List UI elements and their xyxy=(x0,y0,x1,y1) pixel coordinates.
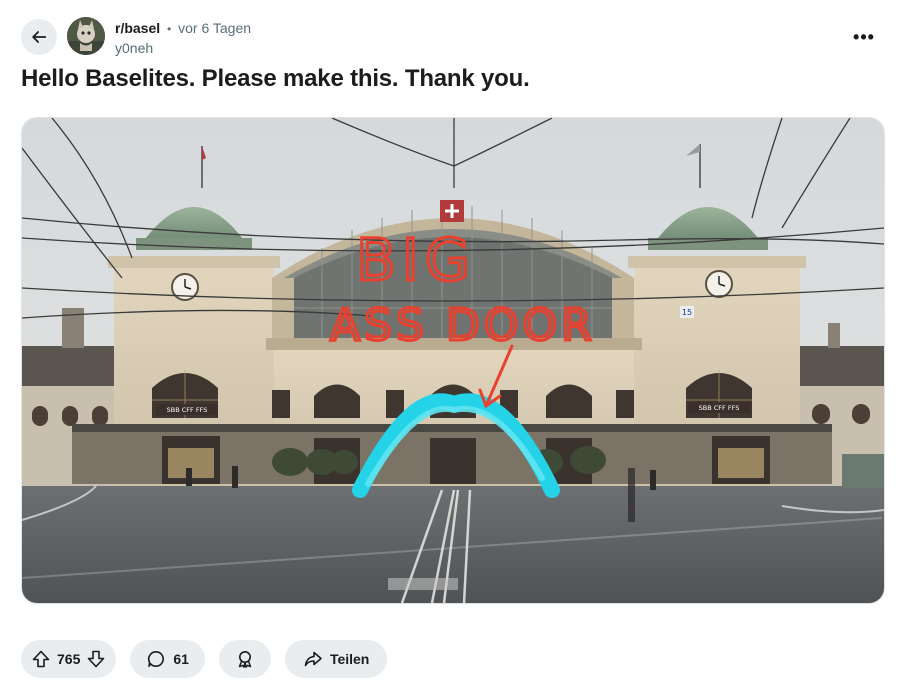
comments-button[interactable]: 61 xyxy=(130,640,205,678)
back-button[interactable] xyxy=(21,19,57,55)
share-button[interactable]: Teilen xyxy=(284,640,388,678)
photo-icon: SBB CFF FFS SBB CFF FFS 15 BIG ASS DOOR xyxy=(22,118,884,603)
subreddit-avatar[interactable] xyxy=(67,17,105,55)
three-dots-icon: ••• xyxy=(853,26,875,47)
speech-bubble-icon xyxy=(148,650,165,667)
share-arrow-icon xyxy=(304,651,322,667)
author-link[interactable]: y0neh xyxy=(115,39,251,57)
sbb-sign-left: SBB CFF FFS xyxy=(167,406,208,414)
award-icon xyxy=(238,651,252,668)
post-meta: r/basel • vor 6 Tagen y0neh xyxy=(115,19,251,57)
meta-separator: • xyxy=(167,22,172,36)
post-image[interactable]: SBB CFF FFS SBB CFF FFS 15 BIG ASS DOOR xyxy=(21,117,885,604)
vote-score: 765 xyxy=(57,651,81,667)
annotation-ass-door: ASS DOOR xyxy=(330,300,596,351)
post-page: r/basel • vor 6 Tagen y0neh ••• Hello Ba… xyxy=(0,0,900,689)
comment-count: 61 xyxy=(173,651,189,667)
post-action-bar: 765 61 Teilen xyxy=(21,640,388,678)
award-button[interactable] xyxy=(218,640,271,678)
share-label: Teilen xyxy=(329,651,370,667)
post-title: Hello Baselites. Please make this. Thank… xyxy=(21,65,530,92)
platform-number: 15 xyxy=(682,308,692,317)
vote-control: 765 xyxy=(21,640,117,678)
subreddit-link[interactable]: r/basel xyxy=(115,20,160,36)
arrow-left-icon xyxy=(32,31,47,43)
post-timestamp: vor 6 Tagen xyxy=(178,20,252,36)
downvote-arrow-icon[interactable] xyxy=(86,649,106,669)
upvote-arrow-icon[interactable] xyxy=(31,649,51,669)
annotation-big: BIG xyxy=(356,226,476,294)
more-options-button[interactable]: ••• xyxy=(849,22,879,52)
sbb-sign-right: SBB CFF FFS xyxy=(699,404,740,412)
